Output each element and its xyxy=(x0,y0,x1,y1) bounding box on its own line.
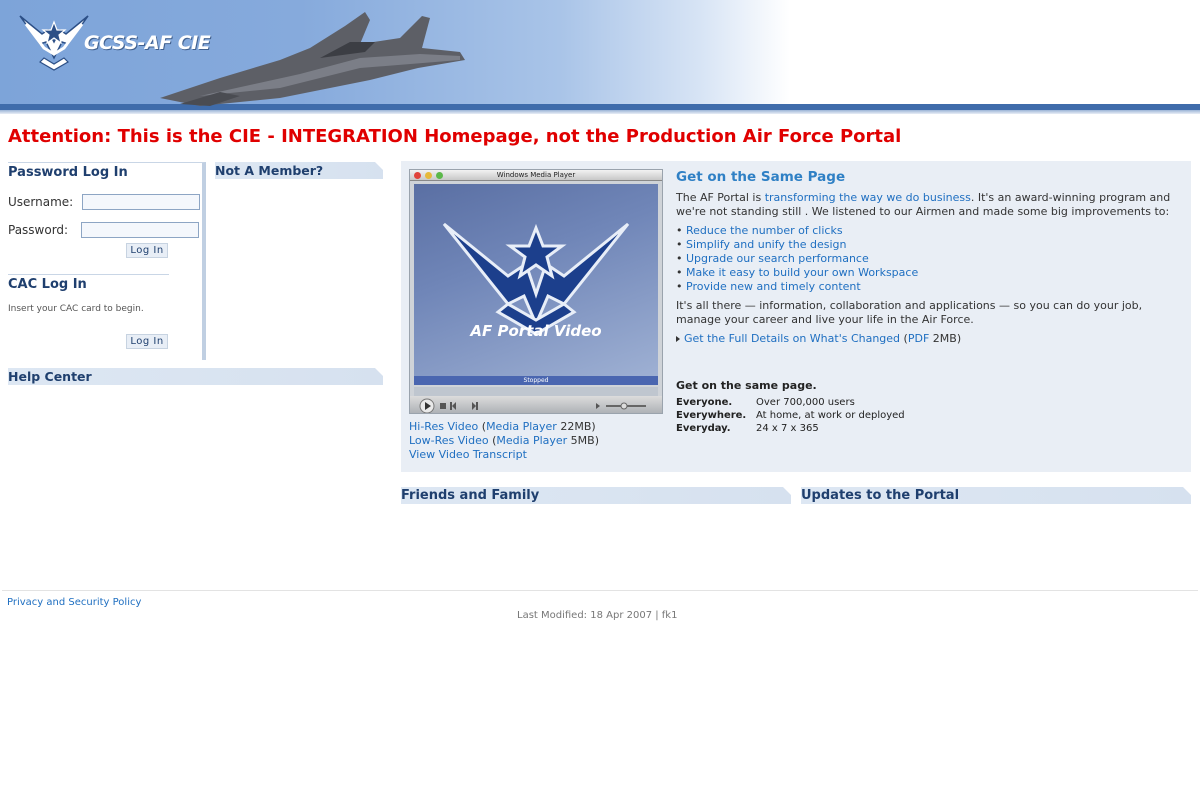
tagline-value: 24 x 7 x 365 xyxy=(756,423,819,434)
list-item: • Reduce the number of clicks xyxy=(676,224,843,237)
reduce-clicks-link[interactable]: Reduce the number of clicks xyxy=(686,224,843,237)
details-row: Get the Full Details on What's Changed (… xyxy=(676,332,961,345)
close-dot-icon xyxy=(414,172,421,179)
updates-header: Updates to the Portal xyxy=(801,487,1191,504)
tagline-key: Everywhere. xyxy=(676,410,747,421)
password-label: Password: xyxy=(8,223,69,237)
bullet-arrow-icon xyxy=(676,336,680,342)
video-player[interactable]: Windows Media Player AF Portal Video Sto… xyxy=(409,169,663,414)
timely-content-link[interactable]: Provide new and timely content xyxy=(686,280,861,293)
same-page-intro: The AF Portal is transforming the way we… xyxy=(676,191,1171,218)
tab-corner xyxy=(1183,487,1191,495)
air-force-wings-icon xyxy=(19,15,89,71)
video-screen: AF Portal Video xyxy=(414,184,658,376)
not-a-member-header: Not A Member? xyxy=(215,162,383,179)
transforming-link[interactable]: transforming the way we do business xyxy=(765,191,971,204)
hires-size: 22MB) xyxy=(560,420,596,433)
pdf-link[interactable]: PDF xyxy=(908,332,929,345)
full-details-link[interactable]: Get the Full Details on What's Changed xyxy=(684,332,900,345)
help-center-header: Help Center xyxy=(8,368,383,385)
hires-video-link[interactable]: Hi-Res Video xyxy=(409,420,478,433)
same-page-body: It's all there — information, collaborat… xyxy=(676,299,1143,326)
jet-image xyxy=(160,12,465,106)
attention-banner: Attention: This is the CIE - INTEGRATION… xyxy=(8,126,902,147)
list-item: • Provide new and timely content xyxy=(676,280,861,293)
hires-row: Hi-Res Video (Media Player 22MB) xyxy=(409,420,596,433)
lowres-media-player-link[interactable]: Media Player xyxy=(496,434,567,447)
list-item: • Make it easy to build your own Workspa… xyxy=(676,266,919,279)
cac-hint: Insert your CAC card to begin. xyxy=(8,304,144,314)
tagline-key: Everyday. xyxy=(676,423,731,434)
list-item: • Upgrade our search performance xyxy=(676,252,869,265)
zoom-dot-icon xyxy=(436,172,443,179)
tagline-title: Get on the same page. xyxy=(676,379,817,392)
last-modified: Last Modified: 18 Apr 2007 | fk1 xyxy=(517,610,678,621)
cac-login-button[interactable]: Log In xyxy=(126,334,168,349)
video-links: Hi-Res Video (Media Player 22MB) Low-Res… xyxy=(409,420,599,462)
minimize-dot-icon xyxy=(425,172,432,179)
tagline-value: At home, at work or deployed xyxy=(756,410,905,421)
lowres-size: 5MB) xyxy=(570,434,599,447)
same-page-title: Get on the Same Page xyxy=(676,169,846,185)
player-title: Windows Media Player xyxy=(496,171,576,179)
simplify-design-link[interactable]: Simplify and unify the design xyxy=(686,238,846,251)
password-input[interactable] xyxy=(81,222,199,238)
password-login-title: Password Log In xyxy=(8,165,128,180)
cac-divider xyxy=(8,274,169,275)
list-item: • Simplify and unify the design xyxy=(676,238,847,251)
transcript-row: View Video Transcript xyxy=(409,448,599,462)
player-title-bar: Windows Media Player xyxy=(410,170,662,181)
feature-panel: Windows Media Player AF Portal Video Sto… xyxy=(401,161,1191,472)
pdf-size: 2MB) xyxy=(932,332,962,345)
air-force-emblem-icon xyxy=(442,222,630,336)
cac-login-title: CAC Log In xyxy=(8,277,87,292)
not-a-member-title: Not A Member? xyxy=(215,163,324,178)
tagline-row: Everywhere. At home, at work or deployed xyxy=(676,410,905,421)
improvements-list: • Reduce the number of clicks • Simplify… xyxy=(676,224,918,294)
video-caption: AF Portal Video xyxy=(470,322,602,340)
username-label: Username: xyxy=(8,195,74,209)
tab-corner xyxy=(375,368,383,376)
player-controls-icons xyxy=(419,398,646,413)
seek-bar[interactable] xyxy=(414,387,658,396)
footer-divider xyxy=(2,590,1198,591)
player-status: Stopped xyxy=(414,376,658,385)
help-center-title: Help Center xyxy=(8,369,92,384)
privacy-policy-link[interactable]: Privacy and Security Policy xyxy=(7,597,141,608)
tab-corner xyxy=(375,162,383,170)
workspace-link[interactable]: Make it easy to build your own Workspace xyxy=(686,266,918,279)
username-input[interactable] xyxy=(82,194,200,210)
hires-media-player-link[interactable]: Media Player xyxy=(486,420,557,433)
banner-shadow xyxy=(0,110,1200,114)
friends-family-title: Friends and Family xyxy=(401,488,540,503)
tagline-row: Everyday. 24 x 7 x 365 xyxy=(676,423,819,434)
tagline-key: Everyone. xyxy=(676,397,733,408)
login-panel: Password Log In Username: Password: Log … xyxy=(8,162,206,360)
tagline-row: Everyone. Over 700,000 users xyxy=(676,397,855,408)
video-transcript-link[interactable]: View Video Transcript xyxy=(409,448,527,461)
friends-family-header: Friends and Family xyxy=(401,487,791,504)
tab-corner xyxy=(783,487,791,495)
player-controls xyxy=(410,396,662,413)
lowres-row: Low-Res Video (Media Player 5MB) xyxy=(409,434,599,447)
password-login-button[interactable]: Log In xyxy=(126,243,168,258)
search-performance-link[interactable]: Upgrade our search performance xyxy=(686,252,869,265)
updates-title: Updates to the Portal xyxy=(801,488,960,503)
lowres-video-link[interactable]: Low-Res Video xyxy=(409,434,489,447)
header-banner: GCSS-AF CIE xyxy=(0,0,1200,120)
tagline-value: Over 700,000 users xyxy=(756,397,855,408)
